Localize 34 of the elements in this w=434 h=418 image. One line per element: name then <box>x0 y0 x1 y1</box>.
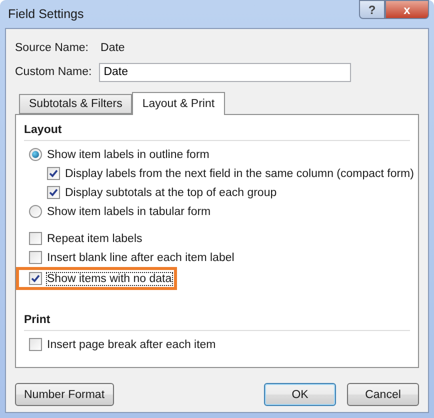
input-field[interactable]: Date <box>98 62 351 82</box>
option-label: Insert page break after each item <box>47 338 216 350</box>
option-label: Show item labels in outline form <box>47 148 210 160</box>
dialog-button[interactable]: OK <box>264 383 336 406</box>
dialog-button[interactable]: Number Format <box>15 383 114 406</box>
tab[interactable]: Layout & Print <box>132 92 225 115</box>
radio-button[interactable] <box>29 205 42 218</box>
window-title: Field Settings <box>7 7 84 21</box>
close-button[interactable]: x <box>385 0 429 19</box>
option-label: Insert blank line after each item label <box>47 252 234 264</box>
check-icon <box>31 274 40 283</box>
help-button[interactable]: ? <box>359 0 385 19</box>
option-label: Display labels from the next field in the same column (compact form) <box>65 168 414 180</box>
checkbox[interactable] <box>29 251 42 264</box>
field-label: Source Name: <box>15 42 89 54</box>
dialog-button[interactable]: Cancel <box>347 383 419 406</box>
checkbox[interactable] <box>47 167 60 180</box>
checkbox[interactable] <box>29 338 42 351</box>
section-heading: Layout <box>24 120 410 141</box>
radio-dot <box>32 151 39 158</box>
checkbox[interactable] <box>29 272 42 285</box>
checkbox[interactable] <box>47 186 60 199</box>
option-label: Repeat item labels <box>47 232 142 244</box>
option-label: Display subtotals at the top of each group <box>65 186 277 198</box>
field-value: Date <box>100 42 125 54</box>
checkbox[interactable] <box>29 232 42 245</box>
option-label: Show items with no data <box>47 272 172 284</box>
radio-button[interactable] <box>29 148 42 161</box>
section-heading: Print <box>24 310 410 331</box>
check-icon <box>49 169 58 178</box>
field-label: Custom Name: <box>15 66 92 78</box>
option-label: Show item labels in tabular form <box>47 206 211 218</box>
check-icon <box>49 188 58 197</box>
tab[interactable]: Subtotals & Filters <box>19 94 132 114</box>
